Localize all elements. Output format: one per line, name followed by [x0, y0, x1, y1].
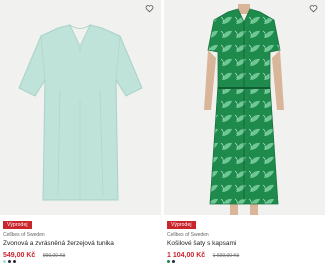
product-image-dress[interactable]	[164, 0, 325, 215]
heart-outline-icon[interactable]	[309, 4, 321, 16]
color-swatches	[167, 260, 175, 263]
product-image-tunic[interactable]	[0, 0, 161, 215]
color-swatch[interactable]	[3, 260, 6, 263]
color-swatch[interactable]	[167, 260, 170, 263]
heart-outline-icon[interactable]	[145, 4, 157, 16]
product-card[interactable]: Výprodej Cellbes of Sweden Košilové šaty…	[164, 0, 325, 270]
color-swatches	[3, 260, 16, 263]
color-swatch[interactable]	[13, 260, 16, 263]
product-title[interactable]: Košilové šaty s kapsami	[167, 240, 236, 248]
price-row: 1 104,00 Kč 1 699,00 Kč	[167, 249, 239, 260]
sale-badge: Výprodej	[167, 221, 196, 229]
product-price: 1 104,00 Kč	[167, 252, 206, 259]
product-title[interactable]: Zvonová a zvrásněná žerzejová tunika	[3, 240, 114, 248]
product-price: 549,00 Kč	[3, 252, 36, 259]
product-old-price: 999,00 Kč	[42, 253, 66, 259]
product-brand: Cellbes of Sweden	[3, 232, 45, 238]
product-card[interactable]: Výprodej Cellbes of Sweden Zvonová a zvr…	[0, 0, 161, 270]
sale-badge: Výprodej	[3, 221, 32, 229]
product-brand: Cellbes of Sweden	[167, 232, 209, 238]
color-swatch[interactable]	[172, 260, 175, 263]
dress-illustration	[164, 0, 325, 215]
color-swatch[interactable]	[8, 260, 11, 263]
price-row: 549,00 Kč 999,00 Kč	[3, 249, 65, 260]
product-old-price: 1 699,00 Kč	[212, 253, 240, 259]
tunic-illustration	[0, 0, 161, 215]
